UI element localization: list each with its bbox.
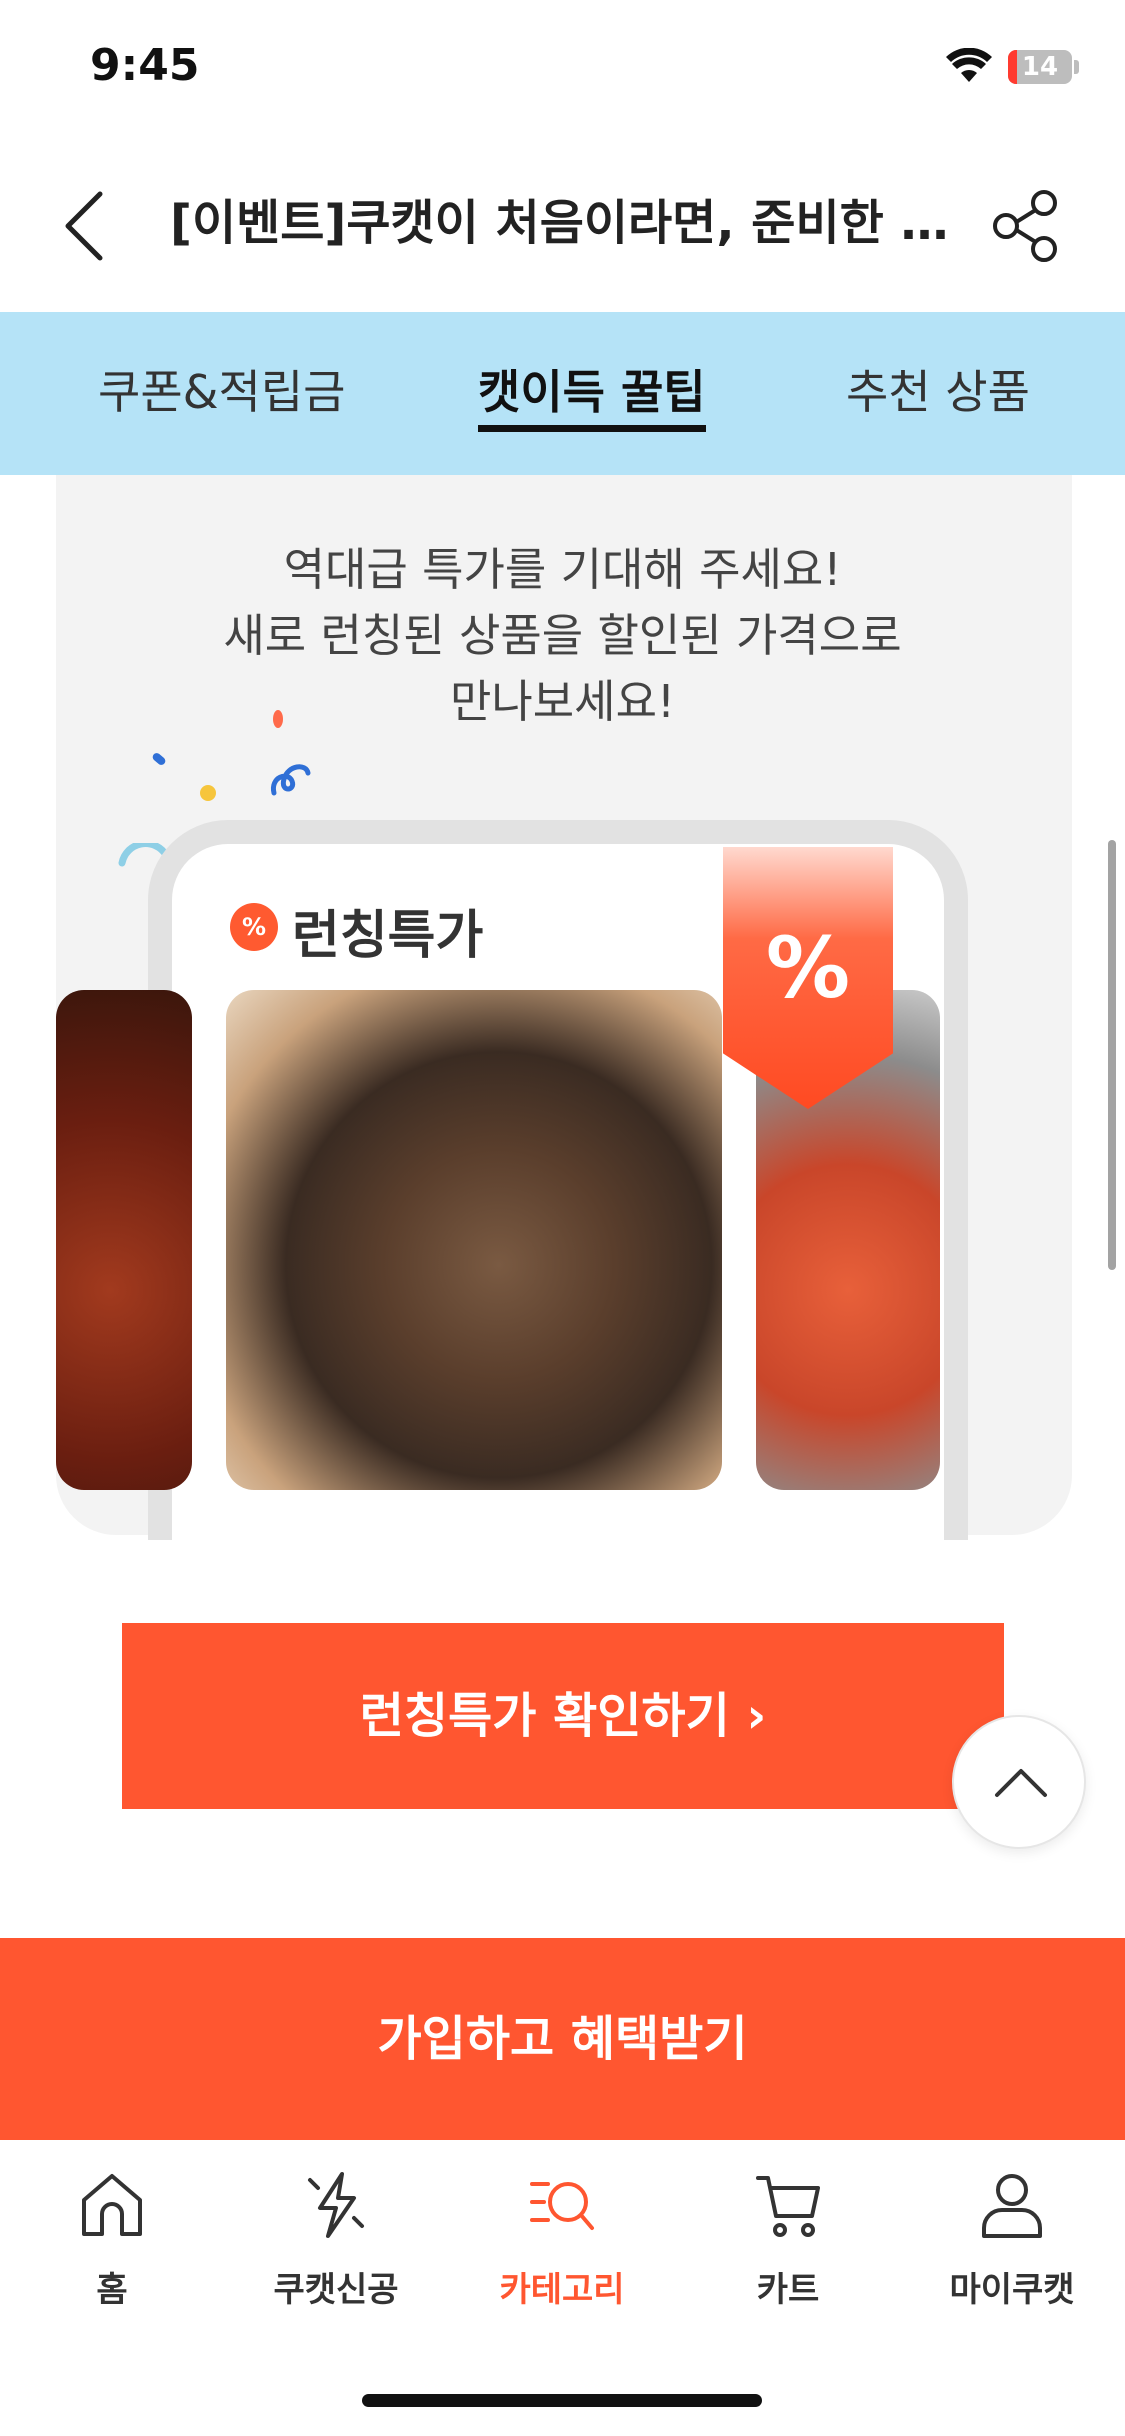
person-icon <box>982 2174 1042 2238</box>
category-search-icon <box>530 2182 594 2230</box>
tab-bar: 쿠폰&적립금 캣이득 꿀팁 추천 상품 <box>0 312 1125 475</box>
scrollbar[interactable] <box>1108 840 1116 1270</box>
promo-line-3: 만나보세요! <box>449 675 676 728</box>
scroll-to-top-button[interactable] <box>952 1715 1086 1849</box>
sale-flag-icon: % <box>675 847 941 1109</box>
product-image[interactable] <box>226 990 722 1490</box>
wifi-icon <box>946 48 992 82</box>
home-icon <box>82 2174 142 2236</box>
battery-icon: 14 <box>1008 50 1072 84</box>
nav-item-home[interactable]: 홈 <box>12 2170 212 2320</box>
confetti-piece <box>200 785 216 801</box>
section-label: 런칭특가 <box>292 906 484 966</box>
nav-label: 마이쿠캣 <box>949 2270 1075 2310</box>
bottom-nav: 홈 쿠캣신공 카테고리 카트 마이쿠캣 <box>0 2140 1125 2436</box>
header: [이벤트]쿠캣이 처음이라면, 준비한 혜택 모두 받아가세요! <box>0 150 1125 300</box>
nav-item-cart[interactable]: 카트 <box>688 2170 888 2320</box>
nav-label: 홈 <box>96 2270 128 2310</box>
page-title: [이벤트]쿠캣이 처음이라면, 준비한 혜택 모두 받아가세요! <box>170 195 960 251</box>
nav-label: 카테고리 <box>499 2270 625 2310</box>
lightning-icon <box>308 2172 364 2238</box>
nav-label: 쿠캣신공 <box>273 2270 399 2310</box>
tab-tips[interactable]: 캣이득 꿀팁 <box>478 362 706 432</box>
nav-label: 카트 <box>756 2270 820 2310</box>
nav-item-my-cookat[interactable]: 마이쿠캣 <box>912 2170 1112 2320</box>
event-content: 역대급 특가를 기대해 주세요! 새로 런칭된 상품을 할인된 가격으로 만나보… <box>0 475 1125 1940</box>
battery-level: 14 <box>1021 52 1059 82</box>
confetti-swirl-icon <box>270 764 311 796</box>
status-time: 9:45 <box>90 40 200 91</box>
nav-item-category[interactable]: 카테고리 <box>462 2170 662 2320</box>
nav-item-cookat-skill[interactable]: 쿠캣신공 <box>236 2170 436 2320</box>
promo-line-2: 새로 런칭된 상품을 할인된 가격으로 <box>223 609 902 662</box>
status-bar: 9:45 14 <box>0 0 1125 140</box>
product-image[interactable] <box>56 990 192 1490</box>
share-icon[interactable] <box>990 188 1062 264</box>
chevron-up-icon <box>995 1769 1047 1797</box>
tab-recommended[interactable]: 추천 상품 <box>846 362 1030 432</box>
signup-button[interactable]: 가입하고 혜택받기 <box>0 1938 1125 2140</box>
confetti-piece <box>273 710 283 728</box>
cart-icon <box>756 2176 820 2237</box>
promo-line-1: 역대급 특가를 기대해 주세요! <box>283 543 842 596</box>
launch-sale-button[interactable]: 런칭특가 확인하기 › <box>122 1623 1004 1809</box>
home-indicator <box>362 2394 762 2407</box>
percent-badge-icon: % <box>230 903 278 951</box>
chevron-left-icon[interactable] <box>60 186 110 266</box>
sale-flag-symbol: % <box>766 919 850 1017</box>
battery-tip <box>1074 60 1079 74</box>
tab-coupons[interactable]: 쿠폰&적립금 <box>98 362 345 432</box>
